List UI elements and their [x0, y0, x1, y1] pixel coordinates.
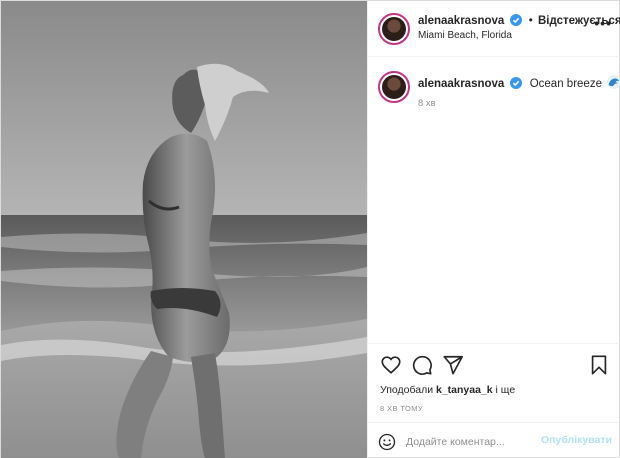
verified-badge-icon: [509, 77, 522, 92]
separator-dot: •: [528, 15, 533, 27]
wave-icon: [607, 75, 620, 92]
verified-badge-icon: [509, 14, 522, 29]
avatar[interactable]: [378, 13, 410, 45]
post-dialog: alenaakrasnova • Відстежується Miami Bea…: [0, 0, 620, 458]
comment-input[interactable]: [406, 432, 536, 452]
beach-photo: [1, 1, 367, 458]
username-link[interactable]: alenaakrasnova: [418, 15, 504, 27]
caption-text: Ocean breeze: [529, 78, 602, 90]
comment-bubble-icon[interactable]: [411, 354, 433, 376]
post-side-panel: alenaakrasnova • Відстежується Miami Bea…: [367, 1, 620, 458]
save-bookmark-icon[interactable]: [588, 354, 610, 376]
caption: alenaakrasnova Ocean breeze 8 хв: [368, 67, 620, 127]
comment-composer: Опублікувати: [368, 422, 620, 458]
likes-prefix: Уподобали: [380, 384, 436, 396]
post-header: alenaakrasnova • Відстежується Miami Bea…: [368, 1, 620, 57]
location-link[interactable]: Miami Beach, Florida: [418, 30, 512, 41]
likes-summary: Уподобали k_tanyaa_k і ще: [380, 384, 515, 396]
header-line: alenaakrasnova • Відстежується: [418, 14, 620, 29]
likes-and-more-link[interactable]: і ще: [493, 384, 516, 396]
caption-avatar[interactable]: [378, 71, 410, 103]
caption-text-line: alenaakrasnova Ocean breeze: [418, 75, 620, 92]
liker-username-link[interactable]: k_tanyaa_k: [436, 384, 493, 396]
more-options-button[interactable]: •••: [594, 15, 612, 31]
like-heart-icon[interactable]: [380, 354, 402, 376]
publish-button[interactable]: Опублікувати: [541, 434, 612, 446]
post-actions: Уподобали k_tanyaa_k і ще 8 ХВ ТОМУ Опуб…: [368, 343, 620, 458]
caption-time[interactable]: 8 хв: [418, 98, 436, 109]
share-send-icon[interactable]: [442, 354, 464, 376]
emoji-picker-icon[interactable]: [378, 433, 396, 451]
post-timestamp[interactable]: 8 ХВ ТОМУ: [380, 404, 423, 413]
post-photo[interactable]: [1, 1, 367, 458]
caption-username-link[interactable]: alenaakrasnova: [418, 78, 504, 90]
